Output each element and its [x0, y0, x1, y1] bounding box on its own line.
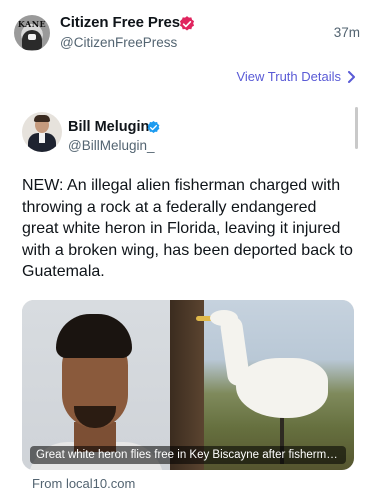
avatar-hair	[34, 115, 50, 122]
author-name[interactable]: Citizen Free Press	[60, 14, 188, 31]
author-handle[interactable]: @CitizenFreePress	[60, 35, 177, 50]
heron-head	[210, 310, 238, 326]
heron-body	[236, 358, 328, 418]
heron-photo	[170, 300, 354, 470]
quoted-media-card[interactable]: Great white heron flies free in Key Bisc…	[22, 300, 354, 470]
bill-melugin-avatar[interactable]	[22, 112, 62, 152]
chevron-right-icon	[348, 70, 355, 83]
view-truth-details-label: View Truth Details	[236, 69, 341, 84]
mugshot-hair	[56, 314, 132, 358]
post-header: KANE Citizen Free Press @CitizenFreePres…	[0, 0, 376, 62]
scroll-indicator	[355, 107, 358, 149]
post-time: 37m	[333, 25, 360, 40]
tree-trunk	[170, 300, 204, 470]
avatar-shirt	[39, 133, 45, 143]
citizen-free-press-avatar[interactable]: KANE	[14, 15, 50, 51]
quoted-post-text: NEW: An illegal alien fisherman charged …	[22, 177, 353, 280]
avatar-logo-text: KANE	[17, 19, 47, 29]
quoted-author-handle[interactable]: @BillMelugin_	[68, 138, 155, 153]
avatar-figure	[22, 30, 42, 50]
mugshot-image	[22, 300, 170, 470]
verified-badge-icon	[147, 120, 160, 133]
view-truth-details-link[interactable]: View Truth Details	[236, 69, 356, 84]
quoted-author-name[interactable]: Bill Melugin	[68, 119, 149, 135]
media-caption: Great white heron flies free in Key Bisc…	[30, 446, 346, 464]
verified-badge-icon	[179, 16, 195, 31]
link-source[interactable]: From local10.com	[32, 476, 135, 491]
